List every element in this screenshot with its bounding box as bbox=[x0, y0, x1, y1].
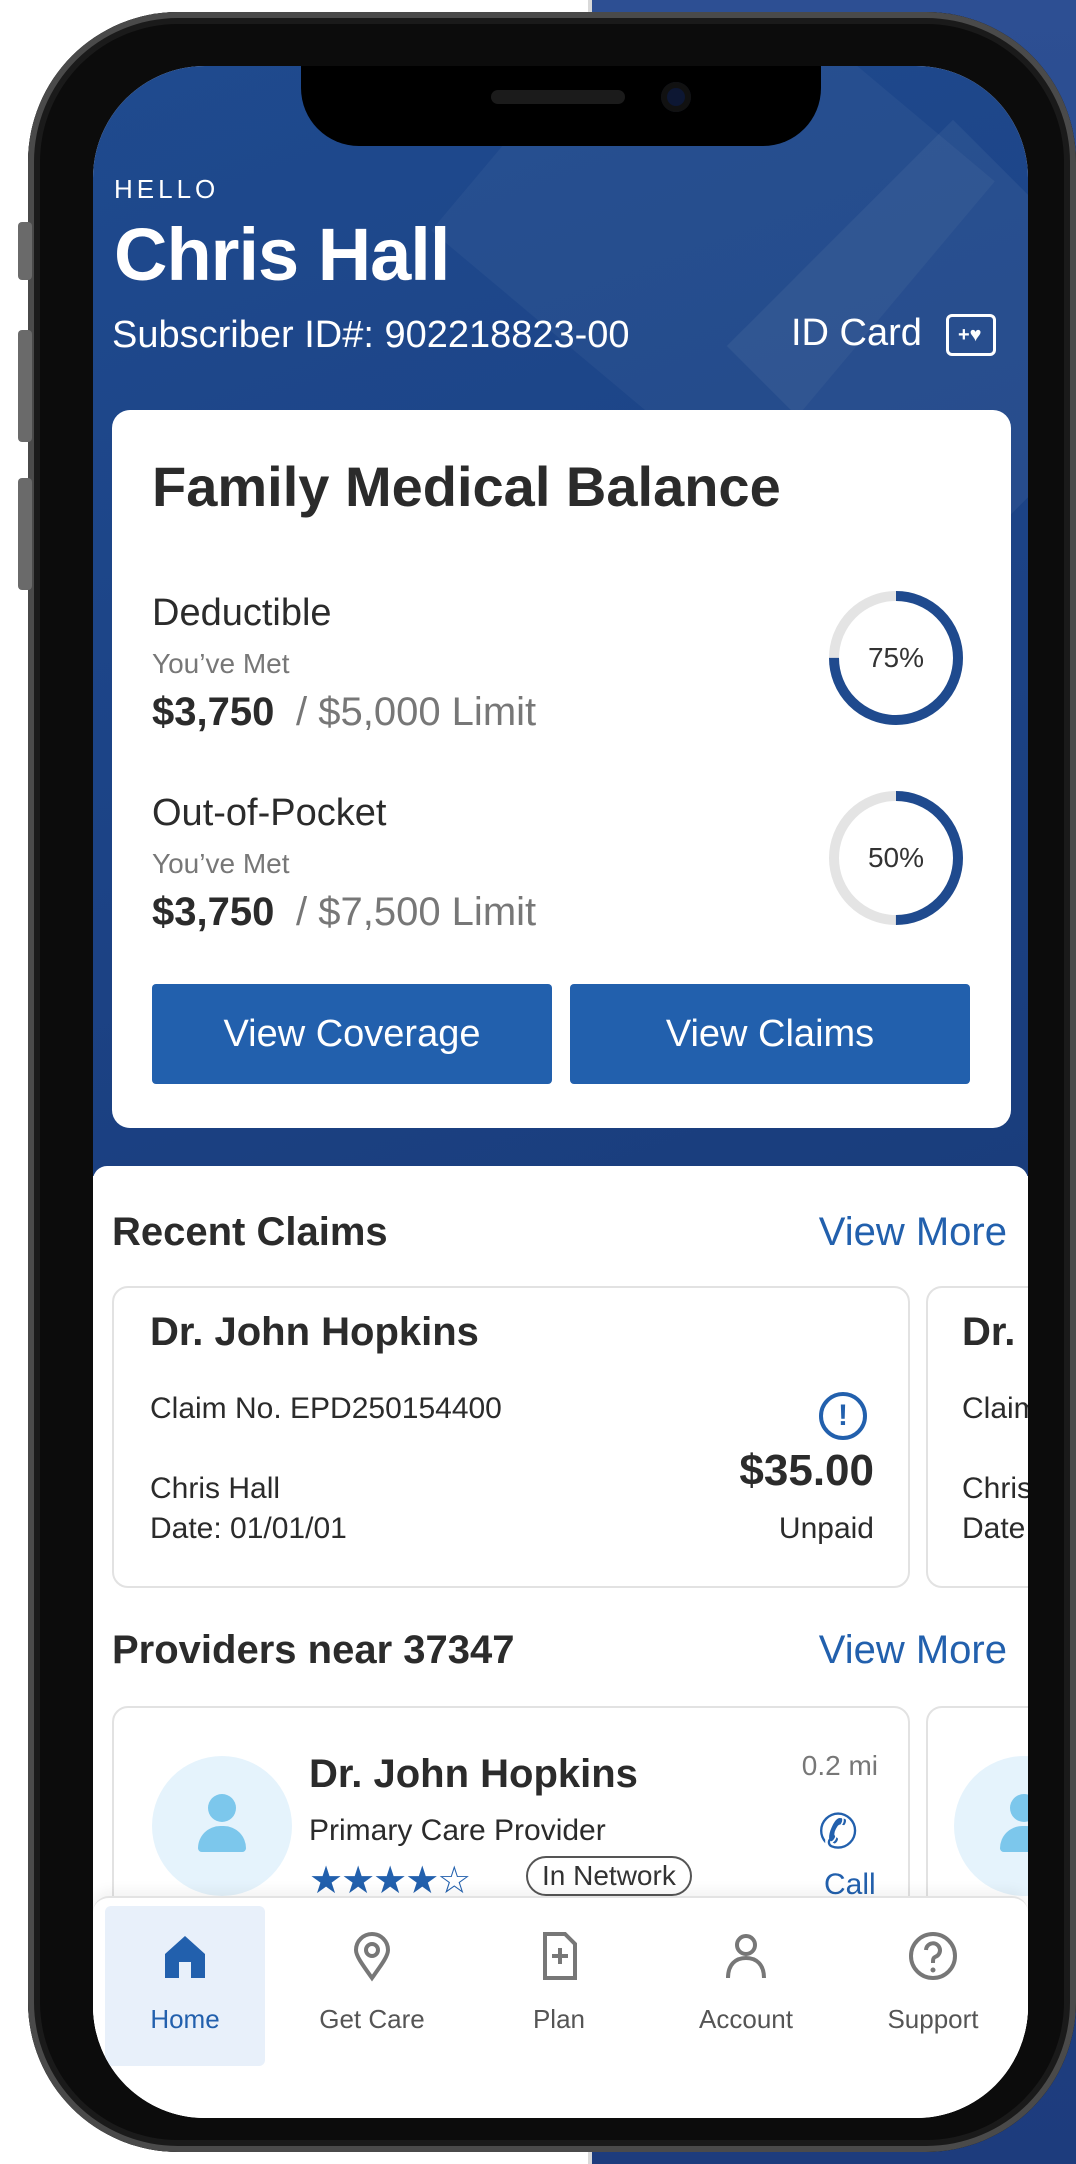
speaker bbox=[491, 90, 625, 104]
person-icon-body bbox=[1000, 1826, 1028, 1852]
deductible-met-amount: $3,750 bbox=[152, 690, 275, 734]
out-of-pocket-limit: / $7,500 Limit bbox=[296, 890, 537, 934]
user-name: Chris Hall bbox=[114, 213, 450, 296]
out-of-pocket-progress-ring: 50% bbox=[826, 788, 966, 928]
camera-icon bbox=[661, 82, 691, 112]
balance-title: Family Medical Balance bbox=[152, 455, 781, 518]
tab-get-care[interactable]: Get Care bbox=[292, 1906, 452, 2066]
person-icon bbox=[1010, 1794, 1028, 1822]
tab-label: Get Care bbox=[319, 2004, 425, 2034]
claim-doctor: Dr. John Hopkins bbox=[150, 1310, 479, 1354]
network-badge: In Network bbox=[526, 1856, 692, 1896]
deductible-met-label: You’ve Met bbox=[152, 648, 290, 679]
tab-support[interactable]: Support bbox=[853, 1906, 1013, 2066]
claim-status: Unpaid bbox=[778, 1512, 874, 1545]
location-pin-icon bbox=[292, 1930, 452, 1995]
tab-label: Plan bbox=[532, 2004, 586, 2034]
id-card-icon[interactable]: +♥ bbox=[946, 314, 996, 356]
recent-claims-view-more-link[interactable]: View More bbox=[819, 1210, 1007, 1255]
phone-screen: HELLO Chris Hall Subscriber ID#: 9022188… bbox=[93, 66, 1028, 2118]
claim-patient: Chris bbox=[962, 1472, 1028, 1505]
phone-icon[interactable]: ✆ bbox=[818, 1804, 858, 1860]
id-card-link[interactable]: ID Card bbox=[791, 312, 922, 355]
deductible-progress-ring: 75% bbox=[826, 588, 966, 728]
tab-label: Home bbox=[150, 2004, 220, 2034]
recent-claims-title: Recent Claims bbox=[112, 1210, 388, 1254]
tab-label: Support bbox=[887, 2004, 979, 2034]
claim-card[interactable]: Dr. John Hopkins Claim No. EPD250154400 … bbox=[112, 1286, 910, 1588]
claim-doctor: Dr. bbox=[962, 1310, 1016, 1354]
view-coverage-button[interactable]: View Coverage bbox=[152, 984, 552, 1084]
family-medical-balance-card: Family Medical Balance Deductible You’ve… bbox=[112, 410, 1011, 1128]
providers-title: Providers near 37347 bbox=[112, 1628, 515, 1672]
out-of-pocket-met-amount: $3,750 bbox=[152, 890, 275, 934]
document-plus-icon bbox=[479, 1930, 639, 1995]
alert-circle-icon: ! bbox=[819, 1392, 867, 1440]
phone-volume-up-button bbox=[18, 330, 32, 442]
phone-notch bbox=[301, 66, 821, 146]
home-icon bbox=[105, 1930, 265, 1995]
claim-date: Date: 01/01/01 bbox=[150, 1512, 347, 1545]
deductible-limit: / $5,000 Limit bbox=[296, 690, 537, 734]
phone-silent-switch bbox=[18, 222, 32, 280]
claim-number: Claim No. EPD250154400 bbox=[150, 1392, 502, 1425]
deductible-percent: 75% bbox=[867, 642, 925, 673]
tab-label: Account bbox=[699, 2004, 793, 2034]
subscriber-id: Subscriber ID#: 902218823-00 bbox=[112, 314, 630, 356]
claim-card[interactable]: Dr. Claim Chris Date bbox=[926, 1286, 1028, 1588]
claim-date: Date bbox=[962, 1512, 1026, 1545]
providers-view-more-link[interactable]: View More bbox=[819, 1628, 1007, 1673]
bottom-tab-bar: Home Get Care Plan Account Support bbox=[93, 1896, 1028, 2118]
avatar bbox=[152, 1756, 292, 1896]
header: HELLO Chris Hall Subscriber ID#: 9022188… bbox=[93, 66, 1028, 1176]
claim-patient: Chris Hall bbox=[150, 1472, 281, 1505]
provider-distance: 0.2 mi bbox=[801, 1750, 878, 1781]
provider-type: Primary Care Provider bbox=[309, 1814, 606, 1847]
deductible-label: Deductible bbox=[152, 592, 332, 634]
person-icon bbox=[666, 1930, 826, 1995]
tab-plan[interactable]: Plan bbox=[479, 1906, 639, 2066]
avatar bbox=[954, 1756, 1028, 1896]
out-of-pocket-percent: 50% bbox=[867, 842, 925, 873]
tab-home[interactable]: Home bbox=[105, 1906, 265, 2066]
person-icon-body bbox=[198, 1826, 246, 1852]
claim-amount: $35.00 bbox=[739, 1446, 874, 1495]
question-circle-icon bbox=[853, 1930, 1013, 1995]
tab-account[interactable]: Account bbox=[666, 1906, 826, 2066]
person-icon bbox=[208, 1794, 236, 1822]
claim-number: Claim bbox=[962, 1392, 1028, 1425]
out-of-pocket-met-label: You’ve Met bbox=[152, 848, 290, 879]
phone-volume-down-button bbox=[18, 478, 32, 590]
provider-name: Dr. John Hopkins bbox=[309, 1752, 638, 1796]
out-of-pocket-label: Out-of-Pocket bbox=[152, 792, 387, 834]
view-claims-button[interactable]: View Claims bbox=[570, 984, 970, 1084]
greeting: HELLO bbox=[114, 174, 220, 204]
